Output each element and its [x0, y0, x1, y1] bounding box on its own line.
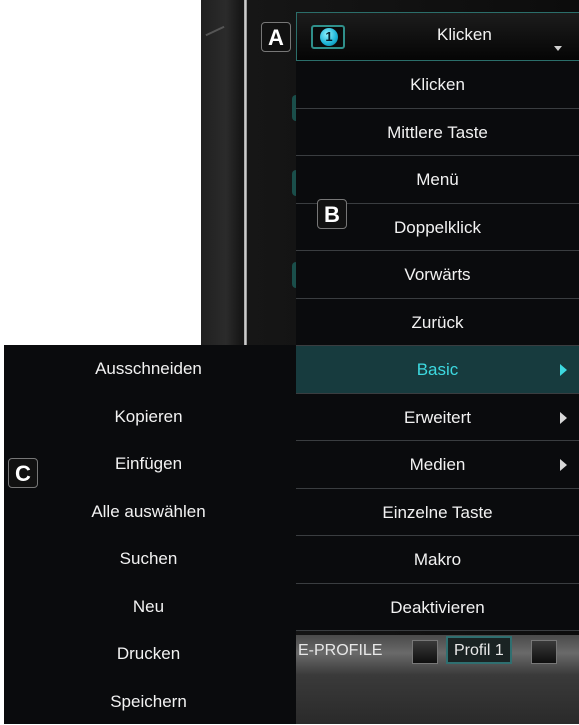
submenu-item-einfuegen[interactable]: Einfügen	[4, 440, 296, 488]
callout-a: A	[261, 22, 291, 52]
button-number-badge: 1	[311, 25, 345, 49]
menu-item-erweitert[interactable]: Erweitert	[296, 394, 579, 442]
submenu-item-neu[interactable]: Neu	[4, 583, 296, 631]
menu-item-label: Einzelne Taste	[382, 503, 492, 522]
basic-submenu: Ausschneiden Kopieren Einfügen Alle ausw…	[4, 345, 296, 724]
menu-item-label: Makro	[414, 550, 461, 569]
menu-item-label: Basic	[417, 360, 459, 379]
menu-item-basic[interactable]: Basic	[296, 346, 579, 394]
menu-item-menu[interactable]: Menü	[296, 156, 579, 204]
submenu-item-suchen[interactable]: Suchen	[4, 535, 296, 583]
submenu-item-speichern[interactable]: Speichern	[4, 678, 296, 725]
menu-item-deaktivieren[interactable]: Deaktivieren	[296, 584, 579, 632]
menu-item-label: Deaktivieren	[390, 598, 485, 617]
menu-item-vorwaerts[interactable]: Vorwärts	[296, 251, 579, 299]
menu-item-label: Erweitert	[404, 408, 471, 427]
button-assignment-dropdown[interactable]: 1 Klicken	[296, 12, 579, 61]
tab-profil-1[interactable]: Profil 1	[446, 636, 512, 664]
rivet-decoration	[412, 640, 438, 664]
menu-item-makro[interactable]: Makro	[296, 536, 579, 584]
chevron-right-icon	[560, 459, 567, 471]
assignment-menu: Klicken Mittlere Taste Menü Doppelklick …	[296, 61, 579, 631]
dropdown-selected-value: Klicken	[437, 25, 492, 45]
menu-item-label: Klicken	[410, 75, 465, 94]
menu-item-medien[interactable]: Medien	[296, 441, 579, 489]
menu-item-label: Vorwärts	[404, 265, 470, 284]
rivet-decoration	[531, 640, 557, 664]
menu-item-zurueck[interactable]: Zurück	[296, 299, 579, 347]
chevron-down-icon	[554, 46, 562, 51]
menu-item-klicken[interactable]: Klicken	[296, 61, 579, 109]
submenu-item-drucken[interactable]: Drucken	[4, 630, 296, 678]
menu-item-label: Doppelklick	[394, 218, 481, 237]
button-number: 1	[320, 28, 338, 46]
submenu-item-kopieren[interactable]: Kopieren	[4, 393, 296, 441]
submenu-item-alle-auswaehlen[interactable]: Alle auswählen	[4, 488, 296, 536]
callout-c: C	[8, 458, 38, 488]
submenu-item-ausschneiden[interactable]: Ausschneiden	[4, 345, 296, 393]
menu-item-einzelne-taste[interactable]: Einzelne Taste	[296, 489, 579, 537]
menu-item-label: Zurück	[412, 313, 464, 332]
menu-item-mittlere-taste[interactable]: Mittlere Taste	[296, 109, 579, 157]
menu-item-label: Mittlere Taste	[387, 123, 488, 142]
chevron-right-icon	[560, 364, 567, 376]
panel-divider	[244, 0, 247, 350]
menu-item-label: Menü	[416, 170, 459, 189]
menu-item-label: Medien	[410, 455, 466, 474]
tab-e-profile[interactable]: E-PROFILE	[298, 636, 382, 666]
chevron-right-icon	[560, 412, 567, 424]
callout-b: B	[317, 199, 347, 229]
